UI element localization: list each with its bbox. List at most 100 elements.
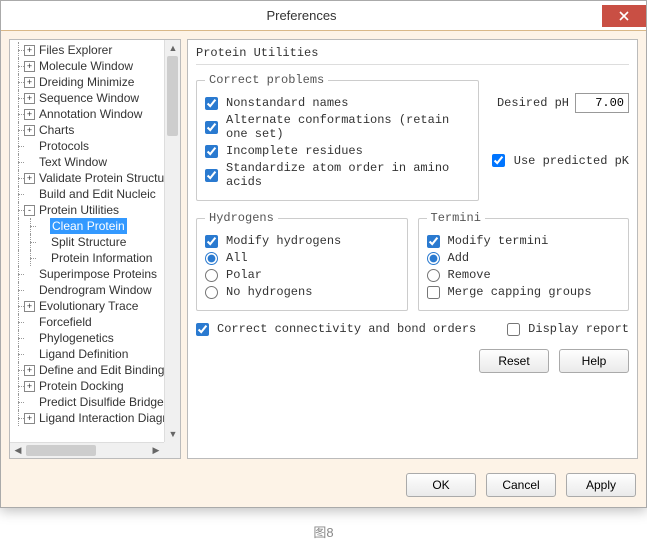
tree-item-label: Text Window bbox=[38, 154, 107, 170]
tree-item-label: Molecule Window bbox=[38, 58, 133, 74]
correct-problems-group: Correct problems Nonstandard names Alter… bbox=[196, 73, 479, 201]
expand-icon[interactable]: + bbox=[24, 125, 35, 136]
termini-add-radio[interactable] bbox=[427, 252, 440, 265]
scroll-hthumb[interactable] bbox=[26, 445, 96, 456]
tree-item-label: Validate Protein Structure bbox=[38, 170, 164, 186]
modify-termini-label[interactable]: Modify termini bbox=[448, 234, 549, 248]
desired-ph-input[interactable] bbox=[575, 93, 629, 113]
expand-icon[interactable]: + bbox=[24, 77, 35, 88]
termini-remove-label[interactable]: Remove bbox=[448, 268, 491, 282]
tree-item[interactable]: Dendrogram Window bbox=[12, 282, 164, 298]
incomplete-residues-label[interactable]: Incomplete residues bbox=[226, 144, 363, 158]
expand-icon[interactable]: + bbox=[24, 173, 35, 184]
tree-item[interactable]: +Define and Edit Binding bbox=[12, 362, 164, 378]
close-button[interactable] bbox=[602, 5, 646, 27]
scroll-down-icon[interactable]: ▼ bbox=[165, 426, 181, 442]
scroll-right-icon[interactable]: ▶ bbox=[148, 443, 164, 459]
hydrogens-none-radio[interactable] bbox=[205, 286, 218, 299]
expand-icon[interactable]: + bbox=[24, 301, 35, 312]
tree-item-label: Dendrogram Window bbox=[38, 282, 152, 298]
tree-item-label: Protein Utilities bbox=[38, 202, 119, 218]
tree-item[interactable]: Predict Disulfide Bridges bbox=[12, 394, 164, 410]
expand-icon[interactable]: + bbox=[24, 45, 35, 56]
termini-add-label[interactable]: Add bbox=[448, 251, 470, 265]
scroll-thumb[interactable] bbox=[167, 56, 178, 136]
tree-item-label: Sequence Window bbox=[38, 90, 139, 106]
tree-item[interactable]: Protein Information bbox=[12, 250, 164, 266]
hydrogens-all-radio[interactable] bbox=[205, 252, 218, 265]
use-predicted-pk-label[interactable]: Use predicted pK bbox=[514, 154, 629, 168]
tree-item[interactable]: Protocols bbox=[12, 138, 164, 154]
tree-item-label: Ligand Interaction Diagram bbox=[38, 410, 164, 426]
hydrogens-group: Hydrogens Modify hydrogens All Polar No … bbox=[196, 211, 408, 311]
cancel-button[interactable]: Cancel bbox=[486, 473, 556, 497]
expand-icon[interactable]: + bbox=[24, 61, 35, 72]
tree-item-label: Files Explorer bbox=[38, 42, 112, 58]
display-report-label[interactable]: Display report bbox=[528, 322, 629, 336]
tree-item[interactable]: +Protein Docking bbox=[12, 378, 164, 394]
tree-item[interactable]: Build and Edit Nucleic bbox=[12, 186, 164, 202]
ok-button[interactable]: OK bbox=[406, 473, 476, 497]
termini-remove-radio[interactable] bbox=[427, 269, 440, 282]
tree-item[interactable]: +Molecule Window bbox=[12, 58, 164, 74]
alternate-conformations-checkbox[interactable] bbox=[205, 121, 218, 134]
alternate-conformations-label[interactable]: Alternate conformations (retain one set) bbox=[226, 113, 470, 141]
tree-item[interactable]: Forcefield bbox=[12, 314, 164, 330]
apply-button[interactable]: Apply bbox=[566, 473, 636, 497]
tree-item[interactable]: +Dreiding Minimize bbox=[12, 74, 164, 90]
use-predicted-pk-checkbox[interactable] bbox=[492, 154, 505, 167]
tree-item[interactable]: +Charts bbox=[12, 122, 164, 138]
merge-capping-checkbox[interactable] bbox=[427, 286, 440, 299]
collapse-icon[interactable]: - bbox=[24, 205, 35, 216]
standardize-atom-order-checkbox[interactable] bbox=[205, 169, 218, 182]
tree-hscrollbar[interactable]: ◀ ▶ bbox=[10, 442, 164, 458]
tree-item[interactable]: +Sequence Window bbox=[12, 90, 164, 106]
tree-item[interactable]: +Evolutionary Trace bbox=[12, 298, 164, 314]
tree-item[interactable]: Text Window bbox=[12, 154, 164, 170]
tree-item-label: Evolutionary Trace bbox=[38, 298, 138, 314]
modify-hydrogens-label[interactable]: Modify hydrogens bbox=[226, 234, 341, 248]
hydrogens-polar-label[interactable]: Polar bbox=[226, 268, 262, 282]
scroll-up-icon[interactable]: ▲ bbox=[165, 40, 181, 56]
content-area: +Files Explorer+Molecule Window+Dreiding… bbox=[1, 31, 646, 467]
expand-icon[interactable]: + bbox=[24, 365, 35, 376]
tree-item-label: Clean Protein bbox=[50, 218, 127, 234]
modify-hydrogens-checkbox[interactable] bbox=[205, 235, 218, 248]
expand-icon[interactable]: + bbox=[24, 381, 35, 392]
tree-item[interactable]: +Files Explorer bbox=[12, 42, 164, 58]
expand-icon[interactable]: + bbox=[24, 413, 35, 424]
tree-item-label: Dreiding Minimize bbox=[38, 74, 134, 90]
correct-connectivity-checkbox[interactable] bbox=[196, 323, 209, 336]
tree-item[interactable]: Superimpose Proteins bbox=[12, 266, 164, 282]
tree-item[interactable]: Ligand Definition bbox=[12, 346, 164, 362]
tree-vscrollbar[interactable]: ▲ ▼ bbox=[164, 40, 180, 442]
incomplete-residues-checkbox[interactable] bbox=[205, 145, 218, 158]
tree-item[interactable]: +Ligand Interaction Diagram bbox=[12, 410, 164, 426]
hydrogens-polar-radio[interactable] bbox=[205, 269, 218, 282]
standardize-atom-order-label[interactable]: Standardize atom order in amino acids bbox=[226, 161, 470, 189]
expand-icon[interactable]: + bbox=[24, 93, 35, 104]
help-button[interactable]: Help bbox=[559, 349, 629, 373]
tree-item-label: Protein Docking bbox=[38, 378, 124, 394]
tree-item-label: Superimpose Proteins bbox=[38, 266, 157, 282]
nonstandard-names-checkbox[interactable] bbox=[205, 97, 218, 110]
category-tree[interactable]: +Files Explorer+Molecule Window+Dreiding… bbox=[9, 39, 181, 459]
nonstandard-names-label[interactable]: Nonstandard names bbox=[226, 96, 348, 110]
tree-item[interactable]: Clean Protein bbox=[12, 218, 164, 234]
display-report-checkbox[interactable] bbox=[507, 323, 520, 336]
hydrogens-none-label[interactable]: No hydrogens bbox=[226, 285, 312, 299]
tree-item[interactable]: -Protein Utilities bbox=[12, 202, 164, 218]
tree-item[interactable]: Phylogenetics bbox=[12, 330, 164, 346]
modify-termini-checkbox[interactable] bbox=[427, 235, 440, 248]
tree-item[interactable]: Split Structure bbox=[12, 234, 164, 250]
merge-capping-label[interactable]: Merge capping groups bbox=[448, 285, 592, 299]
tree-item[interactable]: +Annotation Window bbox=[12, 106, 164, 122]
reset-button[interactable]: Reset bbox=[479, 349, 549, 373]
hydrogens-all-label[interactable]: All bbox=[226, 251, 248, 265]
correct-connectivity-label[interactable]: Correct connectivity and bond orders bbox=[217, 322, 476, 336]
tree-item-label: Charts bbox=[38, 122, 74, 138]
tree-item[interactable]: +Validate Protein Structure bbox=[12, 170, 164, 186]
expand-icon[interactable]: + bbox=[24, 109, 35, 120]
scroll-left-icon[interactable]: ◀ bbox=[10, 443, 26, 459]
tree-item-label: Annotation Window bbox=[38, 106, 142, 122]
